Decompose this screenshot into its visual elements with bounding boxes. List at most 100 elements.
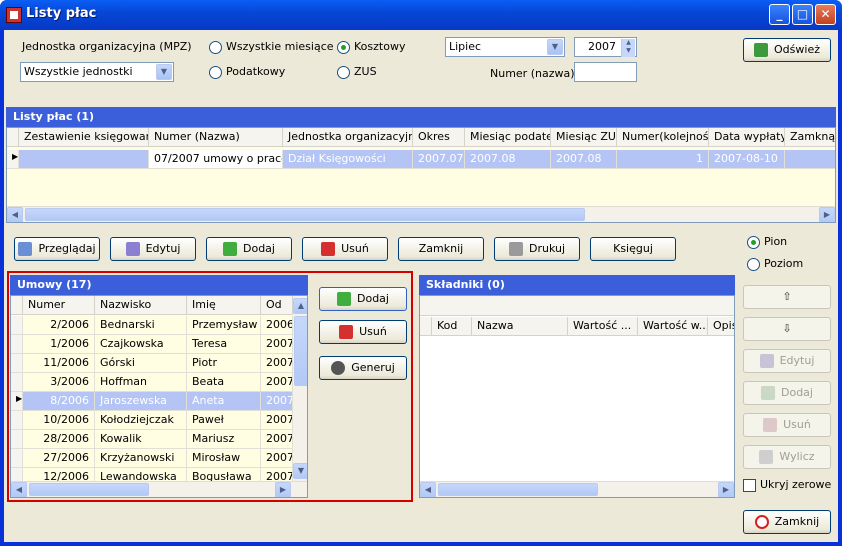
scroll-right-icon[interactable]: ▶ bbox=[718, 482, 734, 497]
contracts-vscroll[interactable]: ▲ ▼ bbox=[293, 296, 307, 481]
table-cell[interactable] bbox=[785, 150, 835, 169]
scroll-thumb[interactable] bbox=[29, 483, 149, 496]
table-cell[interactable]: Hoffman bbox=[95, 373, 187, 392]
browse-button[interactable]: Przeglądaj bbox=[14, 237, 100, 261]
component-delete-button[interactable]: Usuń bbox=[743, 413, 831, 437]
add-button[interactable]: Dodaj bbox=[206, 237, 292, 261]
col-header[interactable]: Jednostka organizacyjna bbox=[283, 128, 413, 147]
table-cell[interactable]: Piotr bbox=[187, 354, 261, 373]
edit-button[interactable]: Edytuj bbox=[110, 237, 196, 261]
table-cell[interactable]: 2007- bbox=[261, 449, 293, 468]
table-row[interactable]: 1/2006CzajkowskaTeresa2007- bbox=[11, 335, 293, 354]
scroll-right-icon[interactable]: ▶ bbox=[275, 482, 291, 497]
month-select[interactable]: Lipiec ▼ bbox=[445, 37, 565, 57]
table-row[interactable]: 10/2006KołodziejczakPaweł2007- bbox=[11, 411, 293, 430]
table-cell[interactable]: Jaroszewska bbox=[95, 392, 187, 411]
table-cell[interactable]: 2007- bbox=[261, 354, 293, 373]
payroll-hscroll[interactable]: ◀ ▶ bbox=[7, 206, 835, 222]
table-cell[interactable]: 27/2006 bbox=[23, 449, 95, 468]
table-cell[interactable]: 3/2006 bbox=[23, 373, 95, 392]
table-cell[interactable]: 2007- bbox=[261, 430, 293, 449]
table-row[interactable]: 3/2006HoffmanBeata2007- bbox=[11, 373, 293, 392]
scroll-left-icon[interactable]: ◀ bbox=[7, 207, 23, 222]
table-cell[interactable]: Paweł bbox=[187, 411, 261, 430]
col-header[interactable]: Wartość w... bbox=[638, 317, 708, 336]
table-cell[interactable]: 2007- bbox=[261, 335, 293, 354]
component-edit-button[interactable]: Edytuj bbox=[743, 349, 831, 373]
refresh-button[interactable]: Odśwież bbox=[743, 38, 831, 62]
table-cell[interactable]: 1 bbox=[617, 150, 709, 169]
spin-arrows-icon[interactable]: ▲ ▼ bbox=[621, 39, 635, 57]
col-header[interactable]: Numer (Nazwa) bbox=[149, 128, 283, 147]
move-up-button[interactable]: ⇧ bbox=[743, 285, 831, 309]
table-cell[interactable]: 11/2006 bbox=[23, 354, 95, 373]
component-add-button[interactable]: Dodaj bbox=[743, 381, 831, 405]
radio-cost[interactable] bbox=[337, 41, 350, 54]
scroll-thumb[interactable] bbox=[25, 208, 585, 221]
components-hscroll[interactable]: ◀ ▶ bbox=[420, 481, 734, 497]
scroll-down-icon[interactable]: ▼ bbox=[293, 463, 307, 479]
col-header[interactable]: Data wypłaty bbox=[709, 128, 785, 147]
table-cell[interactable]: 8/2006 bbox=[23, 392, 95, 411]
col-header[interactable]: Numer bbox=[23, 296, 95, 315]
col-header[interactable]: Opis bbox=[708, 317, 734, 336]
table-cell[interactable]: 2006- bbox=[261, 316, 293, 335]
table-cell[interactable]: Teresa bbox=[187, 335, 261, 354]
table-row[interactable]: 11/2006GórskiPiotr2007- bbox=[11, 354, 293, 373]
maximize-button[interactable]: □ bbox=[792, 4, 813, 25]
table-cell[interactable]: 2007- bbox=[261, 392, 293, 411]
close-window-button[interactable]: ✕ bbox=[815, 4, 836, 25]
table-cell[interactable]: Kowalik bbox=[95, 430, 187, 449]
table-row[interactable]: 28/2006KowalikMariusz2007- bbox=[11, 430, 293, 449]
radio-all-months[interactable] bbox=[209, 41, 222, 54]
col-header[interactable]: Imię bbox=[187, 296, 261, 315]
table-cell[interactable]: Beata bbox=[187, 373, 261, 392]
table-cell[interactable]: 2007.08 bbox=[551, 150, 617, 169]
minimize-button[interactable]: _ bbox=[769, 4, 790, 25]
table-cell[interactable]: 2007-08-10 bbox=[709, 150, 785, 169]
scroll-right-icon[interactable]: ▶ bbox=[819, 207, 835, 222]
radio-zus[interactable] bbox=[337, 66, 350, 79]
table-cell[interactable]: Przemysław bbox=[187, 316, 261, 335]
col-header[interactable]: Miesiąc ZUS bbox=[551, 128, 617, 147]
table-cell[interactable]: Bednarski bbox=[95, 316, 187, 335]
table-row[interactable]: ▶8/2006JaroszewskaAneta2007- bbox=[11, 392, 293, 411]
table-cell[interactable]: Czajkowska bbox=[95, 335, 187, 354]
post-button[interactable]: Księguj bbox=[590, 237, 676, 261]
delete-button[interactable]: Usuń bbox=[302, 237, 388, 261]
col-header[interactable]: Numer(kolejność) bbox=[617, 128, 709, 147]
table-row[interactable]: 2/2006BednarskiPrzemysław2006- bbox=[11, 316, 293, 335]
org-unit-select[interactable]: Wszystkie jednostki ▼ bbox=[20, 62, 174, 82]
col-header[interactable]: Nazwisko bbox=[95, 296, 187, 315]
chevron-down-icon[interactable]: ▼ bbox=[156, 64, 172, 80]
scroll-left-icon[interactable]: ◀ bbox=[11, 482, 27, 497]
col-header[interactable]: Kod bbox=[432, 317, 472, 336]
col-header[interactable]: Nazwa bbox=[472, 317, 568, 336]
col-header[interactable]: Okres bbox=[413, 128, 465, 147]
table-cell[interactable] bbox=[19, 150, 149, 169]
contract-delete-button[interactable]: Usuń bbox=[319, 320, 407, 344]
year-stepper[interactable]: 2007 ▲ ▼ bbox=[574, 37, 637, 57]
contract-add-button[interactable]: Dodaj bbox=[319, 287, 407, 311]
col-header[interactable]: Zamknął/O bbox=[785, 128, 835, 147]
radio-horizontal[interactable] bbox=[747, 258, 760, 271]
table-row[interactable]: ▶ 07/2007 umowy o pracę Dział Księgowośc… bbox=[7, 150, 835, 169]
table-cell[interactable]: Górski bbox=[95, 354, 187, 373]
scroll-thumb[interactable] bbox=[438, 483, 598, 496]
table-cell[interactable]: 28/2006 bbox=[23, 430, 95, 449]
chevron-down-icon[interactable]: ▼ bbox=[547, 39, 563, 55]
close-button[interactable]: Zamknij bbox=[743, 510, 831, 534]
col-header[interactable]: Od bbox=[261, 296, 293, 315]
print-button[interactable]: Drukuj bbox=[494, 237, 580, 261]
table-cell[interactable]: Mariusz bbox=[187, 430, 261, 449]
table-cell[interactable]: Dział Księgowości bbox=[283, 150, 413, 169]
hide-zero-checkbox[interactable] bbox=[743, 479, 756, 492]
table-cell[interactable]: 10/2006 bbox=[23, 411, 95, 430]
table-cell[interactable]: 2007- bbox=[261, 411, 293, 430]
table-cell[interactable]: 1/2006 bbox=[23, 335, 95, 354]
col-header[interactable]: Wartość ... bbox=[568, 317, 638, 336]
scroll-thumb[interactable] bbox=[294, 316, 307, 386]
number-input[interactable] bbox=[574, 62, 637, 82]
radio-vertical[interactable] bbox=[747, 236, 760, 249]
close-list-button[interactable]: Zamknij bbox=[398, 237, 484, 261]
